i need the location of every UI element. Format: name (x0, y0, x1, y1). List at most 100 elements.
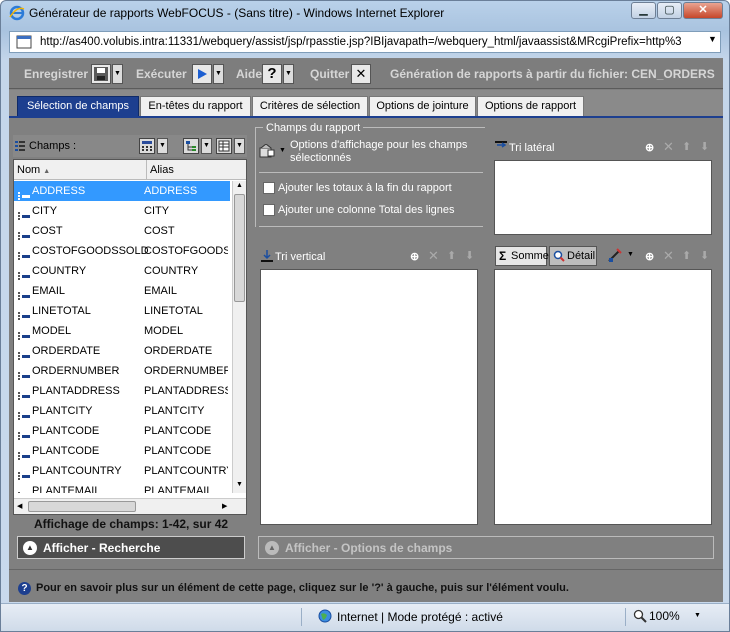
tab-join-options[interactable]: Options de jointure (369, 96, 476, 116)
list-item[interactable]: CITY CITY (14, 201, 230, 221)
col-alias-header[interactable]: Alias (150, 164, 174, 176)
field-icon (18, 227, 30, 240)
help-label[interactable]: Aide (236, 67, 262, 81)
save-dropdown[interactable]: ▼ (112, 64, 123, 84)
display-options-icon[interactable] (259, 143, 275, 158)
address-text[interactable]: http://as400.volubis.intra:11331/webquer… (40, 36, 702, 48)
list-item[interactable]: COUNTRY COUNTRY (14, 261, 230, 281)
detail-button[interactable]: Détail (549, 246, 597, 266)
scroll-left-icon[interactable]: ◀ (17, 502, 22, 510)
tab-report-headers[interactable]: En-têtes du rapport (140, 96, 251, 116)
sum-button[interactable]: Σ Somme (495, 246, 549, 266)
delete-icon[interactable]: ✕ (663, 139, 674, 155)
field-name: MODEL (32, 325, 72, 337)
calculator-icon[interactable] (139, 138, 155, 154)
list-item[interactable]: PLANTCITY PLANTCITY (14, 401, 230, 421)
close-window-button[interactable]: ✕ (683, 2, 723, 19)
quit-label[interactable]: Quitter (310, 67, 349, 81)
scroll-right-icon[interactable]: ▶ (222, 502, 227, 510)
help-circle-icon[interactable]: ? (18, 582, 31, 595)
run-dropdown[interactable]: ▼ (213, 64, 224, 84)
col-name-label: Nom (17, 164, 41, 176)
list-item[interactable]: ORDERDATE ORDERDATE (14, 341, 230, 361)
move-down-icon[interactable]: ⬇ (700, 249, 709, 262)
zoom-level[interactable]: 100% (649, 609, 680, 623)
move-up-icon[interactable]: ⬆ (682, 249, 691, 262)
list-item[interactable]: PLANTADDRESS PLANTADDRESS (14, 381, 230, 401)
fields-count: Affichage de champs: 1-42, sur 42 (34, 517, 229, 531)
tree-view-dropdown[interactable]: ▼ (201, 138, 212, 154)
field-alias: ORDERNUMBER (144, 365, 228, 377)
run-label[interactable]: Exécuter (136, 67, 187, 81)
field-icon (18, 267, 30, 280)
scroll-thumb[interactable] (234, 194, 245, 302)
add-icon[interactable]: ⊕ (410, 250, 419, 263)
page-icon (16, 35, 32, 49)
field-options-toggle[interactable]: ▲ Afficher - Options de champs (258, 536, 714, 559)
add-icon[interactable]: ⊕ (645, 250, 654, 263)
horizontal-scrollbar[interactable]: ◀ ▶ (14, 498, 246, 514)
tree-view-icon[interactable] (183, 138, 199, 154)
measures-list[interactable] (494, 269, 712, 525)
list-item[interactable]: PLANTCODE PLANTCODE (14, 441, 230, 461)
zoom-dropdown-icon[interactable]: ▼ (694, 612, 701, 619)
status-bar: Internet | Mode protégé : activé 100% ▼ (1, 603, 729, 631)
move-down-icon[interactable]: ⬇ (700, 140, 709, 153)
list-item[interactable]: ORDERNUMBER ORDERNUMBER (14, 361, 230, 381)
minimize-button[interactable]: ▁ (631, 2, 656, 19)
sum-label: Somme (511, 250, 549, 262)
maximize-button[interactable]: ▢ (657, 2, 682, 19)
field-alias: LINETOTAL (144, 305, 203, 317)
vertical-scrollbar[interactable]: ▲ ▼ (232, 181, 246, 493)
list-item[interactable]: ADDRESS ADDRESS (14, 181, 230, 201)
list-item[interactable]: EMAIL EMAIL (14, 281, 230, 301)
display-options-dropdown[interactable]: ▼ (279, 147, 286, 154)
tab-report-options[interactable]: Options de rapport (477, 96, 584, 116)
security-zone[interactable]: Internet | Mode protégé : activé (337, 610, 503, 624)
list-item[interactable]: MODEL MODEL (14, 321, 230, 341)
calculator-dropdown[interactable]: ▼ (157, 138, 168, 154)
col-name-header[interactable]: Nom ▲ (17, 164, 50, 176)
tab-selection-criteria[interactable]: Critères de sélection (252, 96, 368, 116)
move-down-icon[interactable]: ⬇ (465, 249, 474, 262)
list-item[interactable]: PLANTCOUNTRY PLANTCOUNTRY (14, 461, 230, 481)
field-name: ADDRESS (32, 185, 86, 197)
format-icon[interactable] (607, 247, 623, 263)
field-icon (18, 407, 30, 420)
list-item[interactable]: PLANTCODE PLANTCODE (14, 421, 230, 441)
hscroll-thumb[interactable] (28, 501, 136, 512)
field-icon (18, 307, 30, 320)
grid-view-dropdown[interactable]: ▼ (234, 138, 245, 154)
address-bar[interactable]: http://as400.volubis.intra:11331/webquer… (9, 31, 721, 53)
format-dropdown[interactable]: ▼ (627, 251, 634, 258)
scroll-up-icon[interactable]: ▲ (236, 182, 243, 189)
run-button[interactable] (192, 64, 212, 84)
list-item[interactable]: PLANTEMAIL PLANTEMAIL (14, 481, 230, 493)
scroll-down-icon[interactable]: ▼ (236, 481, 243, 488)
save-label[interactable]: Enregistrer (24, 67, 88, 81)
display-options-label[interactable]: Options d'affichage pour les champs séle… (290, 139, 480, 165)
quit-button[interactable]: ✕ (351, 64, 371, 84)
help-dropdown[interactable]: ▼ (283, 64, 294, 84)
help-button[interactable]: ? (262, 64, 282, 84)
fields-list: Nom ▲ Alias ADDRESS ADDRESS CITY CITY COST CO… (13, 159, 247, 515)
delete-icon[interactable]: ✕ (428, 248, 439, 264)
move-up-icon[interactable]: ⬆ (447, 249, 456, 262)
add-icon[interactable]: ⊕ (645, 141, 654, 154)
list-item[interactable]: LINETOTAL LINETOTAL (14, 301, 230, 321)
lateral-sort-list[interactable] (494, 160, 712, 235)
add-total-column-checkbox[interactable] (263, 204, 275, 216)
field-icon (18, 287, 30, 300)
add-totals-checkbox[interactable] (263, 182, 275, 194)
move-up-icon[interactable]: ⬆ (682, 140, 691, 153)
chevron-down-icon[interactable]: ▼ (708, 34, 717, 44)
separator (625, 608, 626, 626)
delete-icon[interactable]: ✕ (663, 248, 674, 264)
list-item[interactable]: COST COST (14, 221, 230, 241)
vertical-sort-list[interactable] (260, 269, 478, 525)
tab-field-selection[interactable]: Sélection de champs (17, 96, 139, 116)
search-toggle-button[interactable]: ▲ Afficher - Recherche (17, 536, 245, 559)
grid-view-icon[interactable] (216, 138, 232, 154)
save-button[interactable] (91, 64, 111, 84)
list-item[interactable]: COSTOFGOODSSOLDCOSTOFGOODSS (14, 241, 230, 261)
